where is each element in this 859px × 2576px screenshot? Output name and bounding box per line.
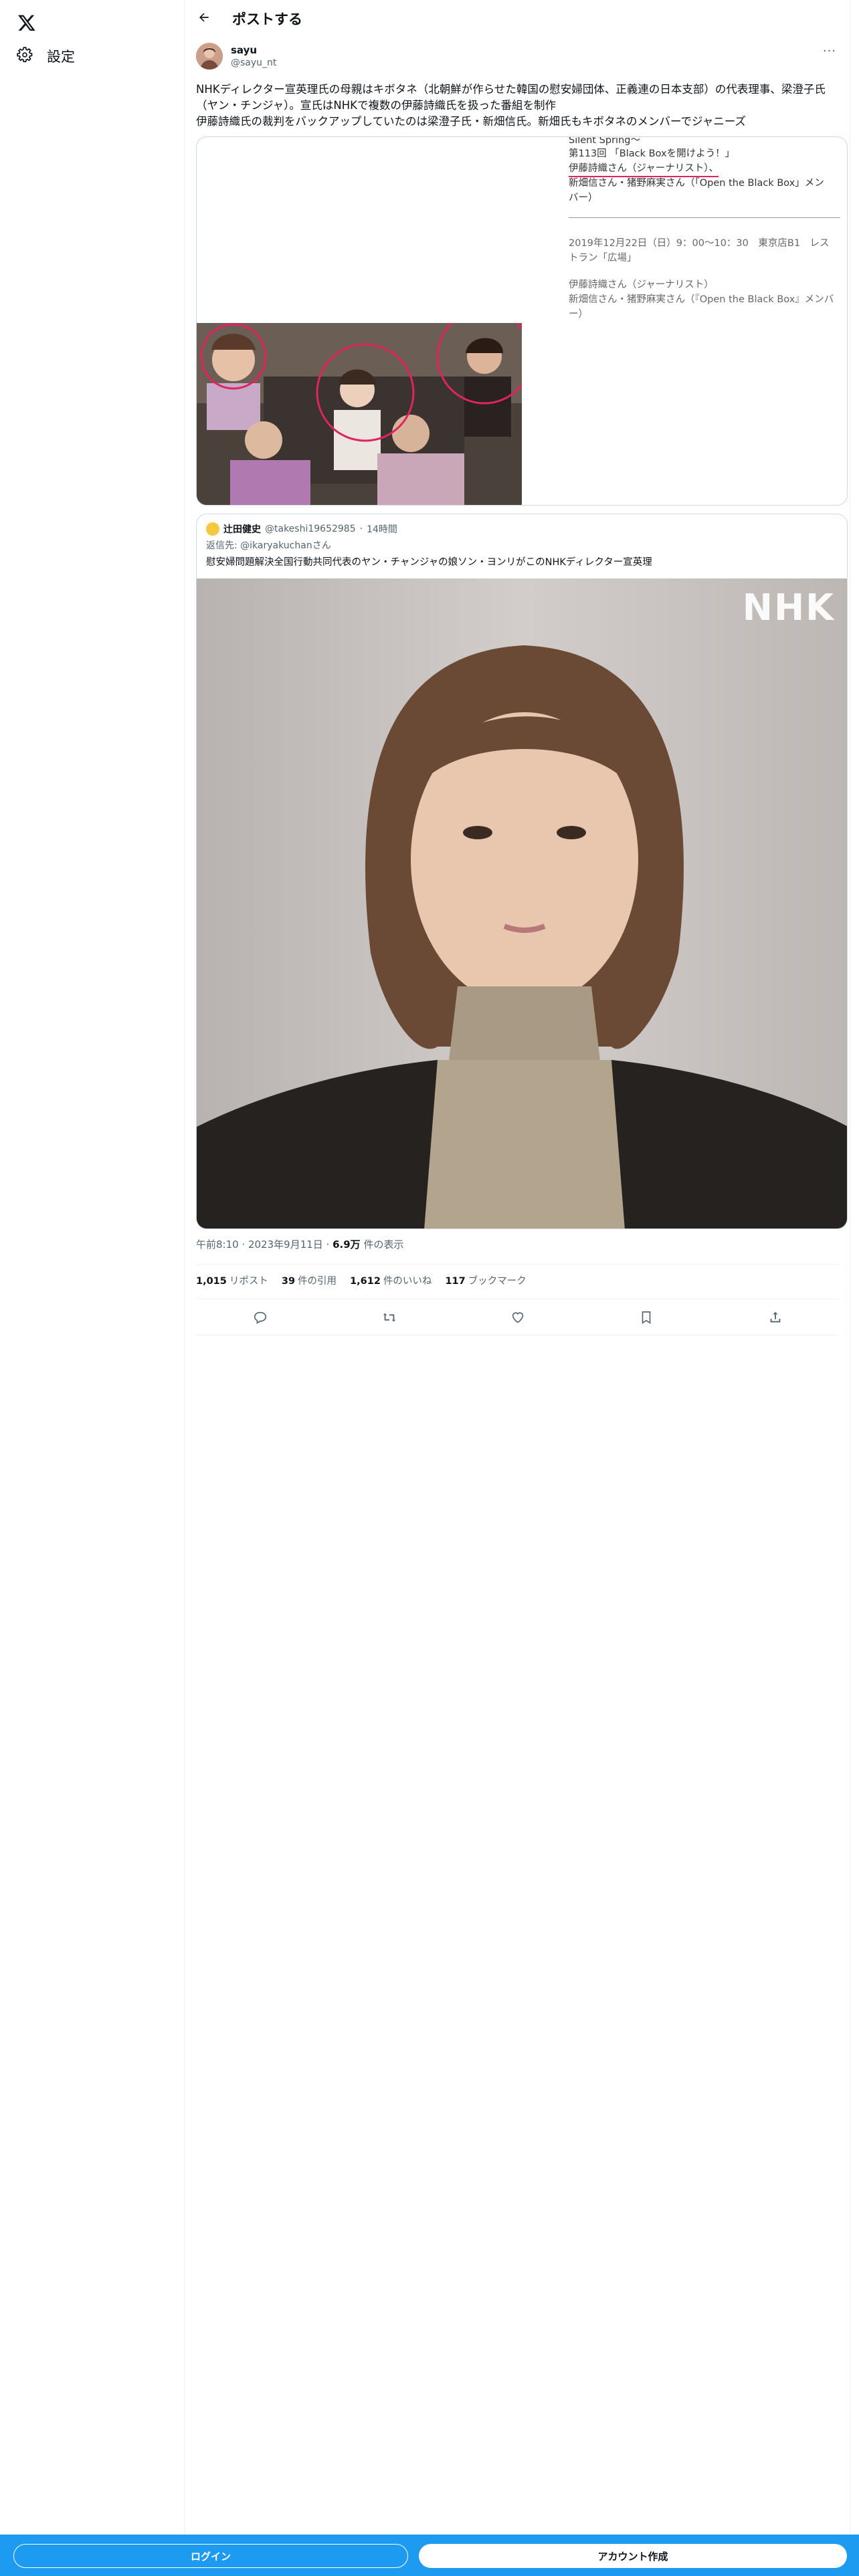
author-name[interactable]: sayu	[231, 44, 257, 56]
more-options-icon[interactable]: ···	[820, 43, 840, 59]
sidebar-item-label: 設定	[47, 49, 75, 65]
post-text-line: 伊藤詩織氏の裁判をバックアップしていたのは梁澄子氏・新畑信氏。新畑氏もキボタネの…	[196, 115, 746, 128]
stat-count: 39	[281, 1276, 296, 1287]
main-column: ポストする sayu @sayu_nt ··· NHKディレクター宣英理氏の母親…	[185, 0, 850, 2535]
portrait-photo[interactable]: NHK	[197, 578, 847, 1228]
reply-icon[interactable]	[247, 1304, 274, 1331]
left-nav: 設定	[0, 0, 185, 2576]
post-text: NHKディレクター宣英理氏の母親はキボタネ（北朝鮮が作らせた韓国の慰安婦団体、正…	[196, 82, 840, 130]
login-button[interactable]: ログイン	[13, 2544, 408, 2568]
stat-label: リポスト	[229, 1276, 268, 1287]
group-photo[interactable]	[197, 323, 522, 505]
views-label: 件の表示	[360, 1239, 404, 1251]
quoted-author-name: 辻田健史	[223, 524, 261, 535]
reply-to-label: 返信先: @ikaryakuchanさん	[206, 540, 331, 551]
stat-count: 117	[445, 1276, 466, 1287]
stat-reposts[interactable]: 1,015 リポスト	[196, 1273, 268, 1287]
quoted-post-header: 辻田健史 @takeshi19652985 · 14時間	[206, 522, 397, 536]
like-icon[interactable]	[504, 1304, 531, 1331]
gear-icon	[16, 46, 33, 66]
stat-likes[interactable]: 1,612 件のいいね	[350, 1273, 432, 1287]
quoted-post[interactable]: 辻田健史 @takeshi19652985 · 14時間 返信先: @ikary…	[196, 514, 848, 1229]
stat-label: 件の引用	[298, 1276, 337, 1287]
header: ポストする	[185, 0, 850, 35]
post-text-line: （ヤン・チンジャ）。宣氏はNHKで複数の伊藤詩織氏を扱った番組を制作	[196, 99, 556, 112]
quoted-author-handle: @takeshi19652985	[265, 524, 356, 534]
stat-count: 1,015	[196, 1276, 227, 1287]
action-bar	[196, 1304, 840, 1331]
doc-line: ー）	[569, 309, 588, 320]
share-icon[interactable]	[762, 1304, 789, 1331]
stat-label: 件のいいね	[383, 1276, 432, 1287]
back-arrow-icon[interactable]	[192, 5, 216, 29]
post-timestamp: 午前8:10 · 2023年9月11日 · 6.9万 件の表示	[196, 1237, 403, 1251]
post-media[interactable]: Silent Spring〜 第113回 「Black Boxを開けよう！」 伊…	[196, 136, 848, 506]
doc-line: 伊藤詩織さん（ジャーナリスト）、	[569, 161, 719, 177]
x-logo-icon[interactable]	[12, 8, 41, 37]
avatar	[206, 522, 219, 536]
bottom-signup-bar: ログイン アカウント作成	[0, 2535, 859, 2576]
avatar[interactable]	[196, 43, 223, 70]
repost-icon[interactable]	[376, 1304, 403, 1331]
quoted-post-time: 14時間	[367, 524, 397, 535]
stat-quotes[interactable]: 39 件の引用	[282, 1273, 337, 1287]
doc-line: 新畑信さん・猪野麻実さん（「Open the Black Box」メン	[569, 178, 824, 189]
bookmark-icon[interactable]	[633, 1304, 660, 1331]
post-author: sayu @sayu_nt ···	[196, 43, 840, 72]
doc-line: バー）	[569, 193, 598, 203]
stat-label: ブックマーク	[468, 1276, 527, 1287]
views-count: 6.9万	[332, 1239, 361, 1251]
divider	[569, 217, 840, 218]
divider	[196, 1264, 840, 1265]
doc-line: 伊藤詩織さん（ジャーナリスト）	[569, 280, 714, 290]
separator-dot: ·	[359, 524, 363, 534]
doc-line: トラン「広場」	[569, 253, 637, 263]
page-title: ポストする	[232, 11, 302, 27]
doc-line: 第113回 「Black Boxを開けよう！」	[569, 148, 735, 159]
doc-line: 2019年12月22日（日）9：00〜10：30 東京店B1 レス	[569, 238, 830, 249]
nhk-watermark: NHK	[742, 586, 835, 629]
sidebar-item-settings[interactable]: 設定	[12, 41, 79, 71]
stat-count: 1,612	[350, 1276, 381, 1287]
post-text-line: NHKディレクター宣英理氏の母親はキボタネ（北朝鮮が作らせた韓国の慰安婦団体、正…	[196, 83, 826, 96]
post-stats: 1,015 リポスト 39 件の引用 1,612 件のいいね 117 ブックマーク	[196, 1273, 527, 1287]
quoted-post-text: 慰安婦問題解決全国行動共同代表のヤン・チャンジャの娘ソン・ヨンリがこのNHKディ…	[206, 557, 652, 568]
event-document-image[interactable]: Silent Spring〜 第113回 「Black Boxを開けよう！」 伊…	[561, 137, 847, 323]
author-handle[interactable]: @sayu_nt	[231, 58, 276, 68]
stat-bookmarks[interactable]: 117 ブックマーク	[445, 1273, 526, 1287]
signup-button[interactable]: アカウント作成	[419, 2544, 847, 2568]
timestamp-text: 午前8:10 · 2023年9月11日 ·	[196, 1239, 333, 1251]
doc-line: 新畑信さん・猪野麻実さん（『Open the Black Box』メンバ	[569, 294, 834, 305]
